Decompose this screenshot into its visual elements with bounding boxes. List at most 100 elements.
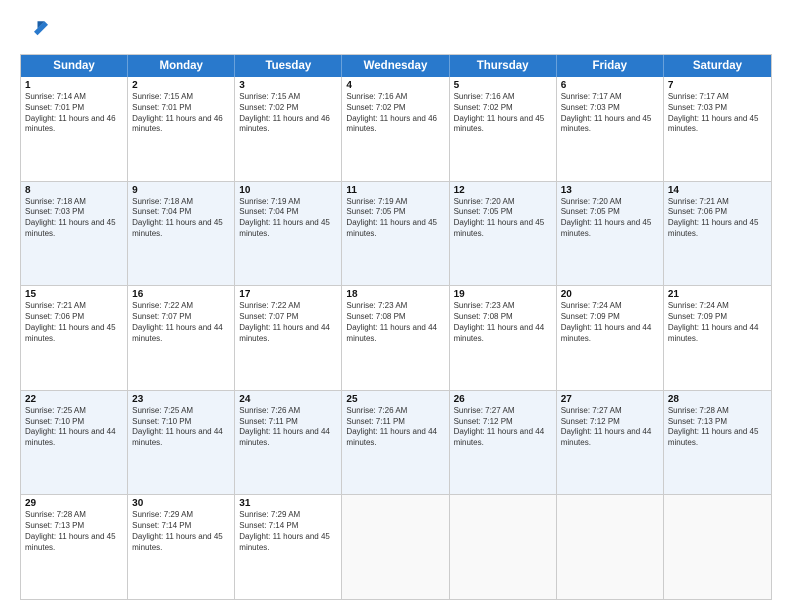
calendar-cell: 6Sunrise: 7:17 AMSunset: 7:03 PMDaylight… bbox=[557, 77, 664, 181]
cell-info: Sunrise: 7:29 AMSunset: 7:14 PMDaylight:… bbox=[132, 510, 230, 553]
calendar-cell: 23Sunrise: 7:25 AMSunset: 7:10 PMDayligh… bbox=[128, 391, 235, 495]
calendar-cell bbox=[342, 495, 449, 599]
cell-info: Sunrise: 7:20 AMSunset: 7:05 PMDaylight:… bbox=[454, 197, 552, 240]
day-number: 4 bbox=[346, 80, 444, 91]
cell-info: Sunrise: 7:19 AMSunset: 7:05 PMDaylight:… bbox=[346, 197, 444, 240]
day-number: 13 bbox=[561, 185, 659, 196]
cell-info: Sunrise: 7:15 AMSunset: 7:02 PMDaylight:… bbox=[239, 92, 337, 135]
day-number: 12 bbox=[454, 185, 552, 196]
cell-info: Sunrise: 7:21 AMSunset: 7:06 PMDaylight:… bbox=[25, 301, 123, 344]
header-wednesday: Wednesday bbox=[342, 55, 449, 77]
calendar-cell: 22Sunrise: 7:25 AMSunset: 7:10 PMDayligh… bbox=[21, 391, 128, 495]
calendar-cell bbox=[664, 495, 771, 599]
calendar-cell: 10Sunrise: 7:19 AMSunset: 7:04 PMDayligh… bbox=[235, 182, 342, 286]
cell-info: Sunrise: 7:16 AMSunset: 7:02 PMDaylight:… bbox=[346, 92, 444, 135]
header-tuesday: Tuesday bbox=[235, 55, 342, 77]
day-number: 6 bbox=[561, 80, 659, 91]
cell-info: Sunrise: 7:27 AMSunset: 7:12 PMDaylight:… bbox=[561, 406, 659, 449]
calendar-cell: 1Sunrise: 7:14 AMSunset: 7:01 PMDaylight… bbox=[21, 77, 128, 181]
calendar-row-2: 8Sunrise: 7:18 AMSunset: 7:03 PMDaylight… bbox=[21, 181, 771, 286]
calendar-cell: 13Sunrise: 7:20 AMSunset: 7:05 PMDayligh… bbox=[557, 182, 664, 286]
day-number: 19 bbox=[454, 289, 552, 300]
cell-info: Sunrise: 7:23 AMSunset: 7:08 PMDaylight:… bbox=[454, 301, 552, 344]
day-number: 5 bbox=[454, 80, 552, 91]
calendar-row-4: 22Sunrise: 7:25 AMSunset: 7:10 PMDayligh… bbox=[21, 390, 771, 495]
day-number: 11 bbox=[346, 185, 444, 196]
calendar-cell: 30Sunrise: 7:29 AMSunset: 7:14 PMDayligh… bbox=[128, 495, 235, 599]
day-number: 14 bbox=[668, 185, 767, 196]
cell-info: Sunrise: 7:21 AMSunset: 7:06 PMDaylight:… bbox=[668, 197, 767, 240]
calendar-row-5: 29Sunrise: 7:28 AMSunset: 7:13 PMDayligh… bbox=[21, 494, 771, 599]
header-friday: Friday bbox=[557, 55, 664, 77]
calendar-cell bbox=[450, 495, 557, 599]
cell-info: Sunrise: 7:17 AMSunset: 7:03 PMDaylight:… bbox=[668, 92, 767, 135]
day-number: 17 bbox=[239, 289, 337, 300]
day-number: 15 bbox=[25, 289, 123, 300]
cell-info: Sunrise: 7:29 AMSunset: 7:14 PMDaylight:… bbox=[239, 510, 337, 553]
cell-info: Sunrise: 7:19 AMSunset: 7:04 PMDaylight:… bbox=[239, 197, 337, 240]
calendar-cell: 25Sunrise: 7:26 AMSunset: 7:11 PMDayligh… bbox=[342, 391, 449, 495]
calendar-cell bbox=[557, 495, 664, 599]
day-number: 26 bbox=[454, 394, 552, 405]
calendar-cell: 8Sunrise: 7:18 AMSunset: 7:03 PMDaylight… bbox=[21, 182, 128, 286]
calendar-cell: 11Sunrise: 7:19 AMSunset: 7:05 PMDayligh… bbox=[342, 182, 449, 286]
cell-info: Sunrise: 7:15 AMSunset: 7:01 PMDaylight:… bbox=[132, 92, 230, 135]
calendar-cell: 7Sunrise: 7:17 AMSunset: 7:03 PMDaylight… bbox=[664, 77, 771, 181]
day-number: 3 bbox=[239, 80, 337, 91]
day-number: 29 bbox=[25, 498, 123, 509]
calendar-cell: 19Sunrise: 7:23 AMSunset: 7:08 PMDayligh… bbox=[450, 286, 557, 390]
cell-info: Sunrise: 7:20 AMSunset: 7:05 PMDaylight:… bbox=[561, 197, 659, 240]
calendar-cell: 14Sunrise: 7:21 AMSunset: 7:06 PMDayligh… bbox=[664, 182, 771, 286]
calendar-cell: 4Sunrise: 7:16 AMSunset: 7:02 PMDaylight… bbox=[342, 77, 449, 181]
calendar-cell: 20Sunrise: 7:24 AMSunset: 7:09 PMDayligh… bbox=[557, 286, 664, 390]
calendar-cell: 16Sunrise: 7:22 AMSunset: 7:07 PMDayligh… bbox=[128, 286, 235, 390]
calendar: Sunday Monday Tuesday Wednesday Thursday… bbox=[20, 54, 772, 600]
page: Sunday Monday Tuesday Wednesday Thursday… bbox=[0, 0, 792, 612]
cell-info: Sunrise: 7:27 AMSunset: 7:12 PMDaylight:… bbox=[454, 406, 552, 449]
calendar-cell: 29Sunrise: 7:28 AMSunset: 7:13 PMDayligh… bbox=[21, 495, 128, 599]
cell-info: Sunrise: 7:28 AMSunset: 7:13 PMDaylight:… bbox=[668, 406, 767, 449]
day-number: 20 bbox=[561, 289, 659, 300]
cell-info: Sunrise: 7:23 AMSunset: 7:08 PMDaylight:… bbox=[346, 301, 444, 344]
calendar-cell: 12Sunrise: 7:20 AMSunset: 7:05 PMDayligh… bbox=[450, 182, 557, 286]
day-number: 30 bbox=[132, 498, 230, 509]
cell-info: Sunrise: 7:22 AMSunset: 7:07 PMDaylight:… bbox=[239, 301, 337, 344]
day-number: 27 bbox=[561, 394, 659, 405]
calendar-cell: 9Sunrise: 7:18 AMSunset: 7:04 PMDaylight… bbox=[128, 182, 235, 286]
day-number: 22 bbox=[25, 394, 123, 405]
cell-info: Sunrise: 7:22 AMSunset: 7:07 PMDaylight:… bbox=[132, 301, 230, 344]
cell-info: Sunrise: 7:24 AMSunset: 7:09 PMDaylight:… bbox=[668, 301, 767, 344]
calendar-cell: 15Sunrise: 7:21 AMSunset: 7:06 PMDayligh… bbox=[21, 286, 128, 390]
cell-info: Sunrise: 7:26 AMSunset: 7:11 PMDaylight:… bbox=[346, 406, 444, 449]
calendar-cell: 5Sunrise: 7:16 AMSunset: 7:02 PMDaylight… bbox=[450, 77, 557, 181]
day-number: 16 bbox=[132, 289, 230, 300]
header-sunday: Sunday bbox=[21, 55, 128, 77]
calendar-body: 1Sunrise: 7:14 AMSunset: 7:01 PMDaylight… bbox=[21, 77, 771, 599]
day-number: 9 bbox=[132, 185, 230, 196]
header-saturday: Saturday bbox=[664, 55, 771, 77]
calendar-cell: 17Sunrise: 7:22 AMSunset: 7:07 PMDayligh… bbox=[235, 286, 342, 390]
header-thursday: Thursday bbox=[450, 55, 557, 77]
cell-info: Sunrise: 7:18 AMSunset: 7:04 PMDaylight:… bbox=[132, 197, 230, 240]
header-monday: Monday bbox=[128, 55, 235, 77]
day-number: 25 bbox=[346, 394, 444, 405]
header bbox=[20, 16, 772, 44]
calendar-cell: 28Sunrise: 7:28 AMSunset: 7:13 PMDayligh… bbox=[664, 391, 771, 495]
calendar-cell: 31Sunrise: 7:29 AMSunset: 7:14 PMDayligh… bbox=[235, 495, 342, 599]
cell-info: Sunrise: 7:14 AMSunset: 7:01 PMDaylight:… bbox=[25, 92, 123, 135]
calendar-cell: 2Sunrise: 7:15 AMSunset: 7:01 PMDaylight… bbox=[128, 77, 235, 181]
cell-info: Sunrise: 7:18 AMSunset: 7:03 PMDaylight:… bbox=[25, 197, 123, 240]
cell-info: Sunrise: 7:16 AMSunset: 7:02 PMDaylight:… bbox=[454, 92, 552, 135]
calendar-header: Sunday Monday Tuesday Wednesday Thursday… bbox=[21, 55, 771, 77]
cell-info: Sunrise: 7:25 AMSunset: 7:10 PMDaylight:… bbox=[25, 406, 123, 449]
day-number: 7 bbox=[668, 80, 767, 91]
day-number: 8 bbox=[25, 185, 123, 196]
day-number: 2 bbox=[132, 80, 230, 91]
day-number: 31 bbox=[239, 498, 337, 509]
calendar-cell: 27Sunrise: 7:27 AMSunset: 7:12 PMDayligh… bbox=[557, 391, 664, 495]
cell-info: Sunrise: 7:24 AMSunset: 7:09 PMDaylight:… bbox=[561, 301, 659, 344]
calendar-cell: 18Sunrise: 7:23 AMSunset: 7:08 PMDayligh… bbox=[342, 286, 449, 390]
day-number: 21 bbox=[668, 289, 767, 300]
day-number: 28 bbox=[668, 394, 767, 405]
calendar-cell: 24Sunrise: 7:26 AMSunset: 7:11 PMDayligh… bbox=[235, 391, 342, 495]
